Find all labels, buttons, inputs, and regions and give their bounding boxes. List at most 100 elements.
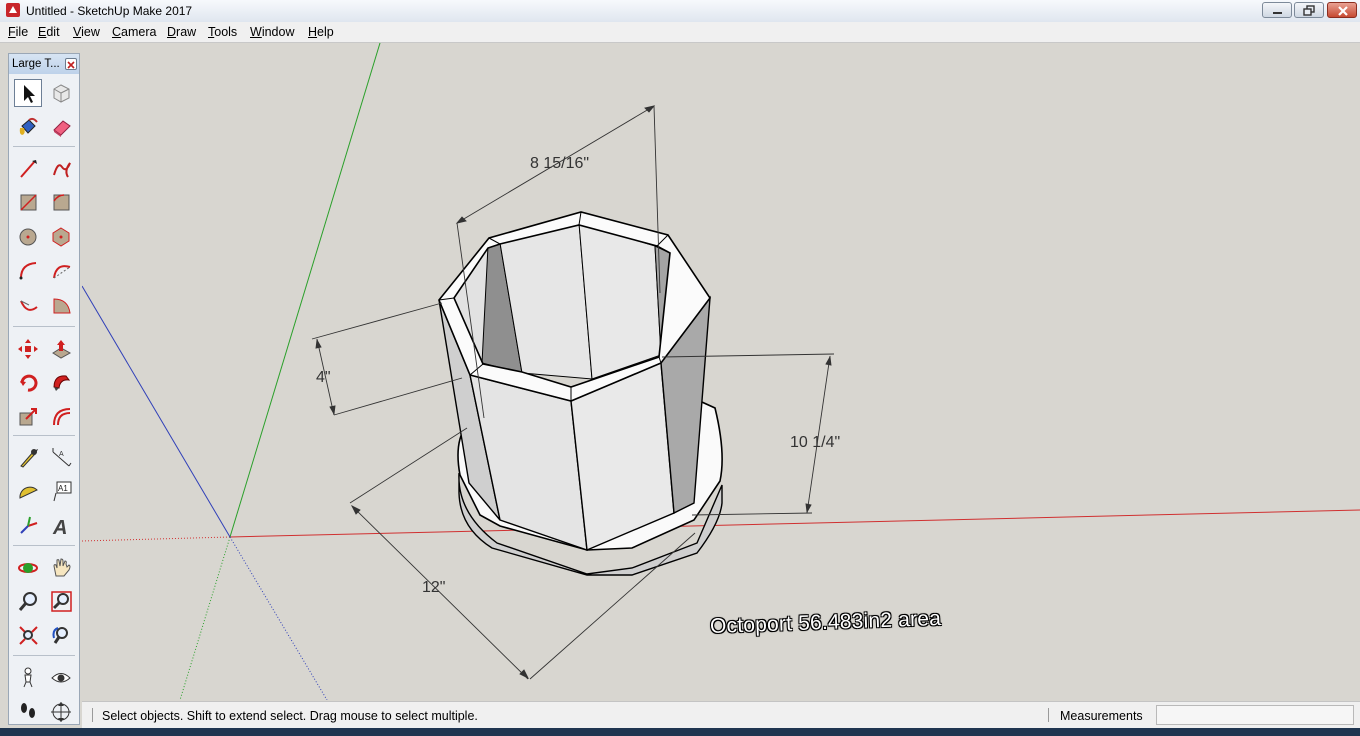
menu-tools[interactable]: Tools	[208, 25, 237, 39]
offset-button[interactable]	[47, 402, 75, 430]
line-tool-button[interactable]	[14, 154, 42, 182]
polygon-button[interactable]	[47, 222, 75, 250]
status-hint: Select objects. Shift to extend select. …	[102, 709, 478, 723]
rotate-icon	[20, 374, 38, 392]
menu-view[interactable]: View	[73, 25, 100, 39]
zoom-extents-button[interactable]	[14, 621, 42, 649]
blue-axis-negative	[229, 536, 328, 700]
previous-view-icon	[52, 627, 68, 644]
arc-button[interactable]	[14, 256, 42, 284]
position-camera-button[interactable]	[14, 663, 42, 691]
make-component-button[interactable]	[47, 79, 75, 107]
menu-help[interactable]: Help	[308, 25, 334, 39]
dimension-button[interactable]: A	[47, 443, 75, 471]
walk-icon	[21, 703, 35, 718]
menu-camera[interactable]: Camera	[112, 25, 156, 39]
scale-icon	[19, 408, 37, 426]
green-axis	[229, 43, 381, 538]
rectangle-button[interactable]	[14, 188, 42, 216]
menu-file[interactable]: File	[8, 25, 28, 39]
protractor-button[interactable]	[14, 477, 42, 505]
text-tool-icon: A1	[53, 481, 72, 502]
axes-button[interactable]	[14, 511, 42, 539]
maximize-button[interactable]	[1294, 2, 1324, 18]
zoom-extents-icon	[19, 626, 38, 645]
move-button[interactable]	[14, 334, 42, 362]
rotated-rectangle-button[interactable]	[47, 188, 75, 216]
section-plane-button[interactable]	[47, 697, 75, 725]
pan-button[interactable]	[47, 553, 75, 581]
status-bar: Select objects. Shift to extend select. …	[82, 701, 1360, 729]
pan-icon	[53, 558, 71, 577]
two-point-arc-icon	[53, 265, 71, 279]
text-tool-button[interactable]: A1	[47, 477, 75, 505]
select-tool-icon	[24, 85, 35, 103]
orbit-icon	[18, 563, 38, 573]
menu-window[interactable]: Window	[250, 25, 294, 39]
toolbar-close-button[interactable]	[65, 58, 77, 70]
dim-label-base-height[interactable]: 4"	[316, 369, 331, 386]
push-pull-icon	[52, 340, 72, 359]
measurements-label: Measurements	[1060, 709, 1143, 723]
rotate-button[interactable]	[14, 368, 42, 396]
circle-button[interactable]	[14, 222, 42, 250]
minimize-button[interactable]	[1262, 2, 1292, 18]
pie-button[interactable]	[47, 290, 75, 318]
sketchup-logo-icon	[6, 3, 20, 17]
pie-icon	[53, 298, 71, 314]
two-point-arc-button[interactable]	[47, 256, 75, 284]
menu-edit[interactable]: Edit	[38, 25, 60, 39]
toolbar-separator	[13, 655, 75, 656]
move-icon	[18, 339, 38, 359]
svg-text:A1: A1	[58, 484, 68, 493]
toolbar-header[interactable]: Large T...	[9, 54, 79, 74]
dim-label-tube-height[interactable]: 10 1/4"	[790, 434, 840, 451]
arc-icon	[19, 262, 37, 280]
model-viewport[interactable]: 8 15/16" 4" 10 1/4" 12" Octoport 56.483i…	[82, 43, 1360, 700]
look-around-button[interactable]	[47, 663, 75, 691]
paint-bucket-button[interactable]	[14, 113, 42, 141]
3d-text-button[interactable]: A	[47, 511, 75, 539]
zoom-window-icon	[51, 591, 72, 612]
look-around-icon	[51, 673, 71, 683]
minimize-icon	[1273, 12, 1282, 14]
axes-icon	[20, 516, 38, 534]
3d-text-icon: A	[52, 517, 67, 536]
dim-label-base-diameter[interactable]: 12"	[422, 579, 445, 596]
make-component-icon	[53, 84, 70, 103]
dim-label-top-width[interactable]: 8 15/16"	[530, 155, 589, 172]
eraser-button[interactable]	[47, 113, 75, 141]
rotated-rectangle-icon	[53, 194, 70, 211]
freehand-button[interactable]	[47, 154, 75, 182]
close-button[interactable]	[1327, 2, 1357, 18]
scale-button[interactable]	[14, 402, 42, 430]
toolbar-separator	[13, 326, 75, 327]
title-bar: Untitled - SketchUp Make 2017	[0, 0, 1360, 23]
red-axis	[229, 509, 1360, 538]
dimension-base-height[interactable]	[311, 302, 463, 416]
status-divider	[1048, 708, 1049, 722]
eraser-icon	[53, 120, 71, 137]
tape-measure-button[interactable]	[14, 443, 42, 471]
zoom-window-button[interactable]	[47, 587, 75, 615]
blue-axis	[82, 285, 231, 538]
orbit-button[interactable]	[14, 553, 42, 581]
toolbar-title: Large T...	[12, 58, 60, 70]
push-pull-button[interactable]	[47, 334, 75, 362]
zoom-button[interactable]	[14, 587, 42, 615]
restore-icon	[1303, 5, 1315, 16]
paint-bucket-icon	[19, 117, 38, 135]
close-icon	[67, 61, 75, 69]
three-point-arc-button[interactable]	[14, 290, 42, 318]
follow-me-button[interactable]	[47, 368, 75, 396]
freehand-icon	[53, 162, 71, 178]
toolbar-separator	[13, 435, 75, 436]
follow-me-icon	[53, 375, 71, 391]
offset-icon	[53, 408, 71, 426]
green-axis-negative	[179, 536, 231, 700]
measurements-input[interactable]	[1156, 705, 1354, 725]
walk-button[interactable]	[14, 697, 42, 725]
menu-draw[interactable]: Draw	[167, 25, 196, 39]
select-tool-button[interactable]	[14, 79, 42, 107]
previous-view-button[interactable]	[47, 621, 75, 649]
